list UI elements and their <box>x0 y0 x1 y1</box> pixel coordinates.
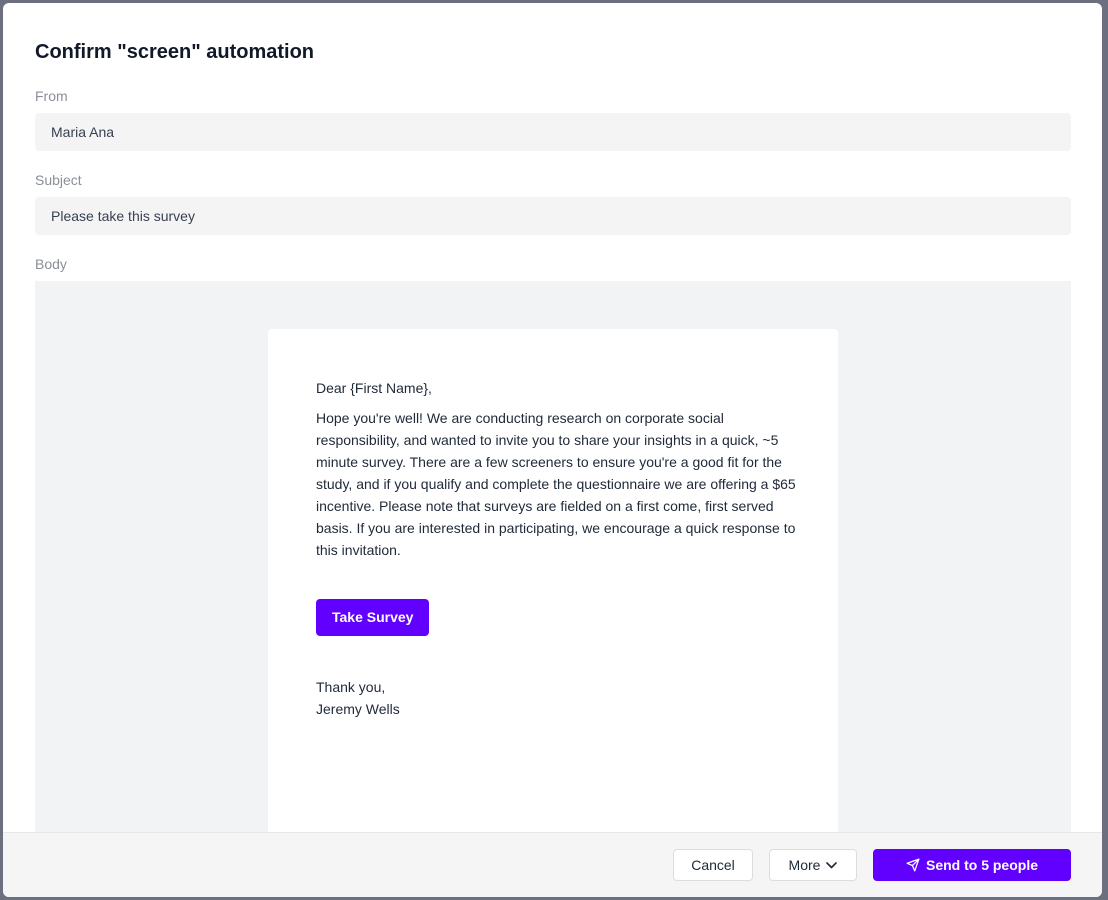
email-signoff-block: Thank you, Jeremy Wells <box>316 676 796 720</box>
email-body-preview[interactable]: Dear {First Name}, Hope you're well! We … <box>35 281 1071 833</box>
more-dropdown-button[interactable]: More <box>769 849 857 881</box>
modal-footer: Cancel More Send to 5 people <box>3 832 1102 897</box>
email-signature: Jeremy Wells <box>316 701 400 717</box>
more-button-label: More <box>788 857 821 873</box>
paper-plane-icon <box>906 858 920 872</box>
subject-label: Subject <box>35 172 82 188</box>
from-field[interactable]: Maria Ana <box>35 113 1071 151</box>
email-signoff: Thank you, <box>316 679 386 695</box>
send-button[interactable]: Send to 5 people <box>873 849 1071 881</box>
modal-title: Confirm "screen" automation <box>35 41 315 63</box>
body-label: Body <box>35 256 67 272</box>
confirm-automation-modal: Confirm "screen" automation From Maria A… <box>3 3 1102 897</box>
cancel-button[interactable]: Cancel <box>673 849 753 881</box>
email-content: Dear {First Name}, Hope you're well! We … <box>316 377 796 720</box>
cancel-button-label: Cancel <box>691 857 735 873</box>
subject-field[interactable]: Please take this survey <box>35 197 1071 235</box>
email-card: Dear {First Name}, Hope you're well! We … <box>268 329 838 833</box>
email-paragraph: Hope you're well! We are conducting rese… <box>316 410 796 558</box>
send-button-label: Send to 5 people <box>925 857 1038 873</box>
from-label: From <box>35 88 68 104</box>
email-greeting: Dear {First Name}, <box>316 380 432 396</box>
chevron-down-icon <box>826 861 838 869</box>
take-survey-button[interactable]: Take Survey <box>316 599 430 636</box>
